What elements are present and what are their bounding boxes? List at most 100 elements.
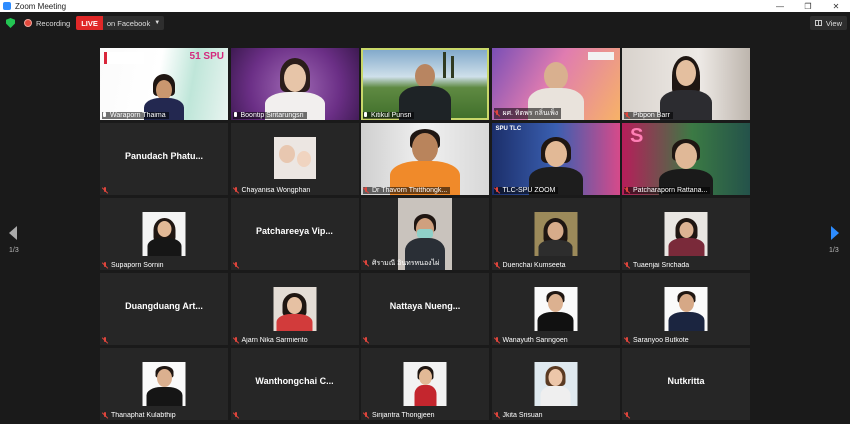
name-label: Supaporn Sornin xyxy=(111,262,164,269)
muted-microphone-icon xyxy=(233,412,239,419)
security-shield-icon[interactable] xyxy=(6,18,15,28)
recording-indicator[interactable]: Recording xyxy=(24,19,70,28)
face xyxy=(156,369,172,387)
participant-name: Dr Thavorn Thitthongk... xyxy=(363,187,451,194)
recording-label: Recording xyxy=(36,18,71,28)
name-label: Waraporn Thaima xyxy=(110,112,166,119)
name-label: Tuaenjai Srichada xyxy=(633,262,690,269)
participant-name xyxy=(102,337,114,344)
participant-tile[interactable]: Nutkritta xyxy=(622,348,750,420)
name-label: Pibpon Barr xyxy=(633,112,670,119)
participant-name: Saranyoo Butkote xyxy=(624,337,692,344)
participant-name xyxy=(233,412,245,419)
participant-name: Wanayuth Sanngoen xyxy=(494,337,571,344)
gallery-grid: 51 SPU Waraporn Thaima Boontip Siritarun… xyxy=(100,48,750,420)
participant-tile[interactable]: ศิรามณี อินทรหนองไผ่ xyxy=(361,198,489,270)
profile-photo xyxy=(534,362,577,406)
muted-microphone-icon xyxy=(363,260,369,267)
name-label: Sirijantra Thongjeen xyxy=(372,412,435,419)
participant-display-name: Duangduang Art... xyxy=(125,301,203,311)
participant-tile[interactable]: Dr Thavorn Thitthongk... xyxy=(361,123,489,195)
muted-microphone-icon xyxy=(494,187,500,194)
participant-tile[interactable]: 51 SPU Waraporn Thaima xyxy=(100,48,228,120)
profile-photo xyxy=(273,137,316,179)
participant-name: Kitikul Punsri xyxy=(363,112,415,119)
face xyxy=(278,145,295,163)
participant-tile[interactable]: Chayanisa Wongphan xyxy=(230,123,359,195)
muted-microphone-icon xyxy=(494,110,500,117)
page-indicator-right: 1/3 xyxy=(829,247,839,254)
next-page-arrow-icon[interactable] xyxy=(831,226,839,240)
participant-tile[interactable]: Nattaya Nueng... xyxy=(361,273,489,345)
face xyxy=(287,297,302,314)
participant-tile[interactable]: Sirijantra Thongjeen xyxy=(361,348,489,420)
shoulders xyxy=(146,387,182,406)
participant-tile[interactable]: Tuaenjai Srichada xyxy=(622,198,750,270)
participant-tile[interactable]: Jkita Srisuan xyxy=(491,348,620,420)
participant-tile[interactable]: Ajarn Nika Sarmiento xyxy=(230,273,359,345)
minimize-button[interactable]: — xyxy=(766,0,794,12)
face xyxy=(157,221,171,237)
name-label: Saranyoo Butkote xyxy=(633,337,689,344)
live-stream-indicator[interactable]: LIVE on Facebook ▼ xyxy=(76,16,165,30)
muted-microphone-icon xyxy=(102,262,108,269)
muted-microphone-icon xyxy=(363,412,369,419)
palm-tree xyxy=(443,52,446,78)
face xyxy=(418,369,432,385)
profile-photo xyxy=(273,287,316,331)
face xyxy=(547,222,564,240)
participant-name: ศิรามณี อินทรหนองไผ่ xyxy=(363,258,442,269)
profile-photo xyxy=(403,362,447,406)
participant-tile[interactable]: Wanayuth Sanngoen xyxy=(491,273,620,345)
close-button[interactable]: ✕ xyxy=(822,0,850,12)
participant-name: TLC-SPU ZOOM xyxy=(493,187,559,194)
face xyxy=(415,64,435,88)
name-label: Patcharaporn Rattana... xyxy=(633,187,708,194)
participant-tile[interactable]: Wanthongchai C... xyxy=(230,348,359,420)
muted-microphone-icon xyxy=(494,337,500,344)
participant-tile[interactable]: Duenchai Kumseeta xyxy=(491,198,620,270)
participant-display-name: Patchareeya Vip... xyxy=(256,226,333,236)
profile-photo xyxy=(142,362,186,406)
view-button[interactable]: View xyxy=(809,16,847,30)
profile-photo xyxy=(534,287,577,331)
name-label: Boontip Siritarungsri xyxy=(240,112,304,119)
muted-microphone-icon xyxy=(363,187,369,194)
profile-photo xyxy=(664,287,708,331)
maximize-button[interactable]: ❐ xyxy=(794,0,822,12)
participant-tile[interactable]: Duangduang Art... xyxy=(100,273,228,345)
participant-display-name: Wanthongchai C... xyxy=(255,376,334,386)
participant-tile[interactable]: Thanaphat Kulabthip xyxy=(100,348,228,420)
signage: S xyxy=(630,125,644,147)
participant-tile[interactable]: Saranyoo Butkote xyxy=(622,273,750,345)
participant-tile[interactable]: SPU TLC TLC-SPU ZOOM xyxy=(491,123,620,195)
muted-microphone-icon xyxy=(233,337,239,344)
participant-tile[interactable]: Patchareeya Vip... xyxy=(230,198,359,270)
participant-tile[interactable]: Boontip Siritarungsri xyxy=(230,48,359,120)
shoulders xyxy=(147,238,181,256)
participant-name: Duenchai Kumseeta xyxy=(494,262,569,269)
face xyxy=(156,80,172,100)
participant-tile[interactable]: Supaporn Sornin xyxy=(100,198,228,270)
face xyxy=(544,141,567,167)
record-icon xyxy=(24,19,32,27)
participant-display-name: Nutkritta xyxy=(667,376,705,386)
muted-microphone-icon xyxy=(102,412,108,419)
live-destination-label: on Facebook xyxy=(106,18,151,28)
university-logo xyxy=(104,52,144,64)
name-label: Chayanisa Wongphan xyxy=(241,187,311,194)
participant-tile-active-speaker[interactable]: Kitikul Punsri xyxy=(361,48,489,120)
face xyxy=(548,369,563,386)
participant-tile[interactable]: S Patcharaporn Rattana... xyxy=(622,123,750,195)
name-label: ผศ. ทิตพร กลิ่นเพ็ง xyxy=(502,110,559,117)
previous-page-arrow-icon[interactable] xyxy=(9,226,17,240)
participant-tile[interactable]: Pibpon Barr xyxy=(622,48,750,120)
face xyxy=(678,294,694,312)
participant-tile[interactable]: Panudach Phatu... xyxy=(100,123,228,195)
shoulders xyxy=(668,238,704,256)
spu-tlc-logo: SPU TLC xyxy=(495,126,522,132)
muted-microphone-icon xyxy=(233,262,239,269)
participant-tile[interactable]: ผศ. ทิตพร กลิ่นเพ็ง xyxy=(491,48,620,120)
participant-display-name: Nattaya Nueng... xyxy=(389,301,461,311)
muted-microphone-icon xyxy=(233,187,239,194)
